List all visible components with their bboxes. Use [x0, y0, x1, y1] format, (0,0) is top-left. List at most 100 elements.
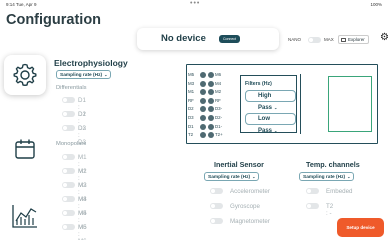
setup-device-button[interactable]: Setup device	[337, 218, 384, 237]
pin-row: M5 M6	[188, 71, 242, 80]
pin-dot	[200, 132, 206, 139]
sidebar-item-calendar[interactable]	[4, 129, 46, 169]
pin-dot	[200, 123, 206, 130]
monopolar-toggle[interactable]	[62, 154, 75, 160]
status-battery: 100%	[370, 2, 382, 7]
embeded-toggle[interactable]	[306, 188, 319, 194]
pin-right: D2-	[215, 114, 223, 120]
low-pass-label: Low Pass	[258, 116, 273, 134]
device-status: No device	[161, 33, 206, 44]
low-pass-select[interactable]: Low Pass ⌄	[245, 113, 296, 134]
pin-dot	[200, 72, 206, 78]
high-pass-label: High Pass	[258, 93, 273, 111]
ephys-sampling-label: Sampling rate (Hz)	[60, 73, 103, 78]
explorer-button[interactable]: Explorer	[338, 35, 369, 44]
inertial-label: Gyroscope	[230, 203, 260, 210]
pin-dot	[208, 106, 214, 113]
explorer-label: Explorer	[348, 36, 365, 42]
settings-gear-icon[interactable]: ⚙	[380, 32, 388, 43]
pin-dot	[208, 89, 214, 96]
chevron-down-icon: ⌄	[347, 174, 351, 179]
differential-toggle[interactable]	[62, 125, 75, 131]
sidebar-item-settings[interactable]	[4, 55, 46, 95]
t2-toggle[interactable]	[306, 203, 319, 209]
pin-right: M6	[215, 72, 222, 77]
chevron-down-icon: ⌄	[104, 72, 108, 77]
pin-left: D2	[188, 106, 194, 112]
monopolar-toggle[interactable]	[62, 224, 75, 230]
pin-right: D3-	[215, 106, 223, 112]
inertial-sampling-label: Sampling rate (Hz)	[208, 175, 251, 180]
diagram-connector	[300, 74, 325, 134]
pin-left: D3	[188, 114, 194, 120]
electrophysiology-title: Electrophysiology	[54, 58, 128, 68]
diagram-output-panel	[328, 76, 372, 132]
pin-dot	[208, 123, 214, 130]
ephys-sampling-select[interactable]: Sampling rate (Hz) ⌄	[56, 70, 112, 79]
inertial-sensor-title: Inertial Sensor	[214, 160, 264, 169]
pin-dot	[208, 72, 214, 78]
connect-button[interactable]: Connect	[219, 35, 240, 43]
monopolar-toggle[interactable]	[62, 168, 75, 174]
pin-row: T2 T2+	[188, 131, 242, 140]
inertial-label: Accelerometer	[230, 188, 270, 195]
monopolars-label: Monopolars	[56, 141, 87, 147]
differentials-label: Differentials	[56, 85, 87, 91]
monopolar-toggle[interactable]	[62, 196, 75, 202]
pin-row: D2 D3-	[188, 105, 242, 114]
differential-toggle[interactable]	[62, 111, 75, 117]
chart-icon	[12, 205, 37, 228]
pin-left: D1	[188, 123, 194, 129]
chevron-down-icon: ⌄	[274, 105, 278, 110]
pin-row: RF RF	[188, 97, 242, 106]
pin-left: M5	[188, 72, 195, 77]
gear-icon	[13, 63, 37, 86]
status-bar: 9:14 Tue, Apr 9 ••• 100%	[0, 0, 388, 10]
pin-row: D1 D1-	[188, 123, 242, 132]
sidebar-item-chart[interactable]	[4, 196, 46, 236]
pin-dot	[208, 80, 214, 87]
accelerometer-toggle[interactable]	[210, 188, 223, 194]
pin-right: D1-	[215, 123, 223, 129]
device-card: No device Connect	[137, 28, 279, 50]
max-label: MAX	[324, 37, 334, 42]
pin-row: M3 M4	[188, 80, 242, 89]
pin-row: D3 D2-	[188, 114, 242, 123]
pin-row: M1 M2	[188, 88, 242, 97]
high-pass-select[interactable]: High Pass ⌄	[245, 90, 296, 111]
inertial-sampling-select[interactable]: Sampling rate (Hz) ⌄	[204, 172, 260, 181]
pin-left: RF	[188, 97, 194, 103]
magnetometer-toggle[interactable]	[210, 218, 223, 224]
pin-dot	[208, 97, 214, 104]
pin-left: T2	[188, 132, 194, 138]
pin-right: RF	[215, 97, 221, 103]
nano-label: NANO	[288, 37, 302, 42]
pin-dot	[200, 89, 206, 96]
temp-sampling-select[interactable]: Sampling rate (Hz) ⌄	[299, 172, 355, 181]
temp-label: Embeded	[326, 188, 353, 195]
pin-dot	[208, 114, 214, 121]
monopolar-toggle[interactable]	[62, 182, 75, 188]
pin-dot	[200, 80, 206, 87]
chevron-down-icon: ⌄	[274, 128, 278, 133]
monopolar-label: M6 : M6	[78, 224, 87, 240]
filters-label: Filters (Hz)	[245, 81, 272, 87]
page-title: Configuration	[6, 12, 102, 28]
monopolar-toggle[interactable]	[62, 210, 75, 216]
pin-right: M2	[215, 89, 222, 95]
nano-max-toggle[interactable]	[308, 37, 321, 43]
temp-label: T2 : -	[326, 203, 334, 217]
pin-right: M4	[215, 80, 222, 86]
gyroscope-toggle[interactable]	[210, 203, 223, 209]
status-dots: •••	[190, 0, 201, 7]
calendar-icon	[15, 139, 35, 159]
chevron-down-icon: ⌄	[252, 174, 256, 179]
pin-list: M5 M6 M3 M4 M1 M2 RF RF D2 D3- D3 D2- D1 D1- T2…	[188, 71, 242, 140]
temp-sampling-label: Sampling rate (Hz)	[303, 175, 346, 180]
pin-dot	[200, 114, 206, 121]
inertial-label: Magnetometer	[230, 218, 270, 225]
pin-dot	[208, 132, 214, 139]
differential-toggle[interactable]	[62, 97, 75, 103]
filters-panel: Filters (Hz) High Pass ⌄ Low Pass ⌄	[240, 75, 297, 134]
pin-dot	[200, 97, 206, 104]
